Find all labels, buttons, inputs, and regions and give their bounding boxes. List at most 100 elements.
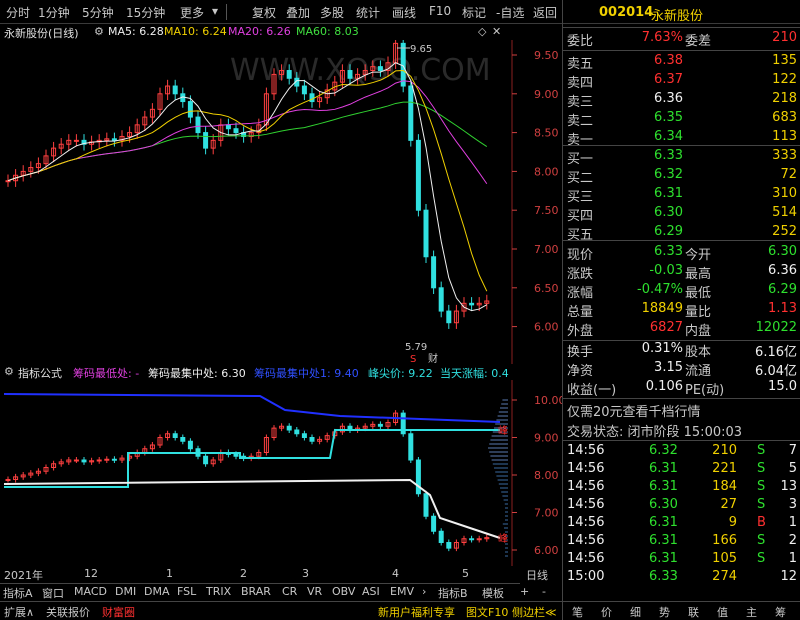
quote-row: 卖三 6.36 218	[563, 91, 800, 110]
toolbar-tongji[interactable]: 统计	[356, 4, 380, 21]
candle	[96, 459, 102, 462]
promo-link[interactable]: 仅需20元查看千档行情	[567, 401, 701, 420]
remove-tab-button[interactable]: -	[542, 585, 546, 598]
candle	[5, 479, 11, 481]
gear-icon[interactable]: ⚙	[4, 365, 14, 378]
sidebar-toggle[interactable]: 侧边栏≪	[512, 604, 557, 620]
toolbar-more[interactable]: 更多	[180, 4, 204, 21]
tab-fsl[interactable]: FSL	[177, 585, 196, 598]
candle	[225, 124, 231, 130]
tab-window[interactable]: 窗口	[42, 585, 64, 601]
chart-title: 永新股份(日线)	[4, 27, 79, 40]
quote-value: 12022	[755, 320, 797, 335]
new-user-promo[interactable]: 新用户福利专享	[378, 604, 455, 620]
quote-value: 6.29	[768, 282, 797, 297]
indicator-chart[interactable]: 峰 峰 10.00 9.00 8.00 7.00 6.00	[0, 380, 562, 566]
trade-side: S	[757, 479, 766, 494]
ask-label: 卖三	[567, 95, 594, 110]
fin-label: 流通	[685, 364, 712, 379]
y-tick: 6.50	[534, 282, 559, 295]
trade-volume: 9	[728, 515, 737, 530]
tab-macd[interactable]: MACD	[74, 585, 107, 598]
tab-template[interactable]: 模板	[482, 585, 504, 601]
related-quote-button[interactable]: 关联报价	[46, 604, 90, 620]
trade-time: 14:56	[567, 551, 605, 566]
toolbar-f10[interactable]: F10	[429, 4, 451, 18]
candle	[5, 180, 11, 183]
tab-dma[interactable]: DMA	[144, 585, 170, 598]
toggle-icon[interactable]: ◇	[478, 25, 486, 38]
tab-cr[interactable]: CR	[282, 585, 297, 598]
ask-volume: 122	[772, 72, 797, 87]
add-tab-button[interactable]: +	[520, 585, 529, 598]
tab-obv[interactable]: OBV	[332, 585, 355, 598]
toolbar-back[interactable]: 返回	[533, 4, 557, 21]
ask-price: 6.37	[654, 72, 683, 87]
toolbar-5min[interactable]: 5分钟	[82, 4, 114, 21]
toolbar-fuquan[interactable]: 复权	[252, 4, 276, 21]
quote-label: 现价	[567, 248, 594, 263]
tab-zhibiao-a[interactable]: 指标A	[3, 585, 33, 601]
candle	[438, 287, 444, 312]
trade-price: 6.32	[649, 443, 678, 458]
quote-label: 内盘	[685, 324, 712, 339]
low-label: 5.79	[405, 342, 427, 353]
trade-price: 6.33	[649, 569, 678, 584]
toolbar-huaxian[interactable]: 画线	[392, 4, 416, 21]
period-label[interactable]: 日线	[526, 567, 548, 583]
y-tick: 6.00	[534, 321, 559, 334]
toolbar-biaoji[interactable]: 标记	[462, 4, 486, 21]
cai-marker: 财	[428, 352, 438, 364]
quote-row: 14:56 6.31 105 S 1	[563, 551, 800, 570]
tab-trix[interactable]: TRIX	[206, 585, 231, 598]
scroll-right-icon[interactable]: ›	[422, 585, 426, 598]
quote-row: 净资 3.15 流通 6.04亿	[563, 360, 800, 379]
y-tick: 9.50	[534, 49, 559, 62]
candle	[187, 101, 193, 118]
fin-label: 净资	[567, 364, 594, 379]
bid-label: 买三	[567, 190, 594, 205]
chevron-down-icon[interactable]: ▾	[212, 4, 218, 18]
quote-value: 6.30	[768, 244, 797, 259]
trade-side: B	[757, 515, 766, 530]
indicator-label[interactable]: 指标公式	[18, 365, 62, 381]
f10-button[interactable]: 图文F10	[466, 604, 508, 620]
toolbar-fenshi[interactable]: 分时	[6, 4, 30, 21]
fin-label: PE(动)	[685, 383, 725, 398]
toolbar-diejia[interactable]: 叠加	[286, 4, 310, 21]
trade-price: 6.31	[649, 461, 678, 476]
tab-zhibiao-b[interactable]: 指标B	[438, 585, 468, 601]
expand-button[interactable]: 扩展∧	[4, 604, 34, 620]
y-tick: 7.00	[534, 243, 559, 256]
candle	[73, 459, 79, 462]
tab-dmi[interactable]: DMI	[115, 585, 136, 598]
candle	[415, 139, 421, 211]
settings-icon[interactable]: ⚙	[94, 25, 104, 38]
ma10-label: MA10: 6.24	[164, 25, 227, 38]
wealth-circle-button[interactable]: 财富圈	[102, 604, 135, 620]
quote-panel: 002014 永新股份 委比 7.63% 委差 210 卖五 6.38 135 卖四 6…	[562, 0, 800, 620]
toolbar-1min[interactable]: 1分钟	[38, 4, 70, 21]
toolbar-zixuan[interactable]: -自选	[496, 4, 524, 21]
bid-price: 6.31	[654, 186, 683, 201]
tab-vr[interactable]: VR	[307, 585, 322, 598]
close-icon[interactable]: ✕	[492, 25, 501, 38]
x-label-2: 2	[240, 567, 247, 580]
y-tick: 8.00	[534, 469, 559, 482]
main-chart-header: 永新股份(日线) ⚙ MA5: 6.28 MA10: 6.24 MA20: 6.…	[0, 24, 560, 40]
toolbar-15min[interactable]: 15分钟	[126, 4, 165, 21]
ask-price: 6.36	[654, 91, 683, 106]
kline-chart[interactable]: WWW.XQSO.COM 9.65 5.79 S 财 9.50 9.00 8.50 8…	[0, 40, 562, 364]
peak-price: 峰尖价: 9.22	[368, 367, 433, 380]
indicator-header: ⚙ 指标公式 筹码最低处: - 筹码最集中处: 6.30 筹码最集中处1: 9.…	[0, 364, 520, 380]
ask-volume: 135	[772, 53, 797, 68]
trade-time: 15:00	[567, 569, 605, 584]
tab-emv[interactable]: EMV	[390, 585, 414, 598]
quote-value: 18849	[641, 301, 683, 316]
trade-volume: 166	[712, 533, 737, 548]
trade-side: S	[757, 443, 766, 458]
tab-brar[interactable]: BRAR	[241, 585, 271, 598]
toolbar-duogu[interactable]: 多股	[320, 4, 344, 21]
bid-volume: 514	[772, 205, 797, 220]
tab-asi[interactable]: ASI	[362, 585, 380, 598]
